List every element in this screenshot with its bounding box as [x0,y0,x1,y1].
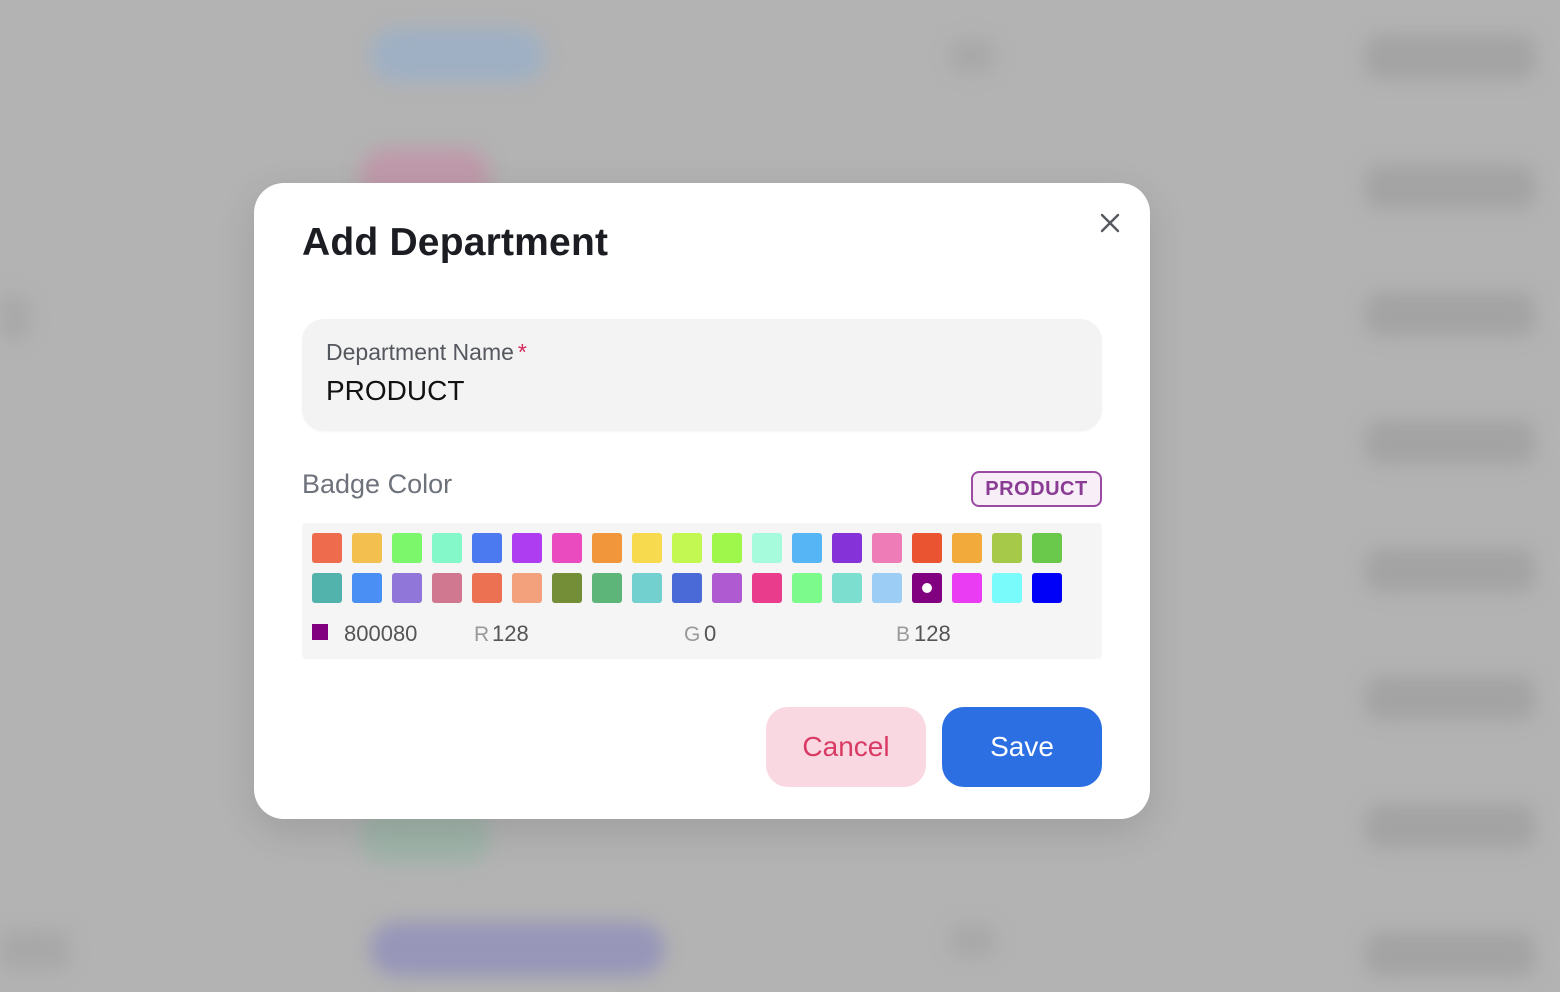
background-cell [950,40,995,72]
background-action [1365,548,1535,592]
color-swatch[interactable] [792,533,822,563]
color-swatch[interactable] [352,533,382,563]
department-name-field[interactable]: Department Name * [302,319,1102,431]
color-swatch[interactable] [992,533,1022,563]
color-swatch-grid [312,533,1062,603]
color-swatch[interactable] [552,533,582,563]
background-badge [370,28,545,82]
color-swatch[interactable] [712,573,742,603]
color-swatch[interactable] [872,533,902,563]
color-swatch[interactable] [472,533,502,563]
add-department-dialog: Add Department Department Name* Badge Co… [254,183,1150,819]
badge-color-label: Badge Color [302,469,453,499]
background-cell [0,295,30,340]
background-action [1365,932,1535,976]
background-badge [370,922,665,976]
color-swatch[interactable] [632,533,662,563]
color-swatch[interactable] [1032,533,1062,563]
close-button[interactable] [1094,207,1126,239]
color-swatch[interactable] [752,573,782,603]
close-icon [1100,213,1120,233]
b-label: B [896,623,911,646]
color-swatch-selected[interactable] [912,573,942,603]
color-swatch[interactable] [552,573,582,603]
background-action [1365,292,1535,336]
color-swatch[interactable] [752,533,782,563]
color-swatch[interactable] [792,573,822,603]
color-swatch[interactable] [992,573,1022,603]
current-color-chip [312,624,328,640]
hex-input[interactable] [344,621,454,647]
color-swatch[interactable] [832,573,862,603]
g-input[interactable] [704,621,784,647]
department-name-label: Department Name * [326,339,527,366]
color-swatch[interactable] [832,533,862,563]
background-action [1365,676,1535,720]
color-picker: R G B [302,523,1102,659]
color-swatch[interactable] [952,573,982,603]
badge-preview: PRODUCT [971,471,1102,507]
color-swatch[interactable] [872,573,902,603]
color-swatch[interactable] [952,533,982,563]
color-swatch[interactable] [312,573,342,603]
color-swatch[interactable] [632,573,662,603]
color-swatch[interactable] [432,573,462,603]
department-name-label-text: Department Name [326,339,514,365]
color-swatch[interactable] [432,533,462,563]
color-swatch[interactable] [472,573,502,603]
dialog-title: Add Department [302,221,609,264]
color-swatch[interactable] [392,533,422,563]
save-button[interactable]: Save [942,707,1102,787]
r-input[interactable] [492,621,572,647]
color-swatch[interactable] [1032,573,1062,603]
b-input[interactable] [914,621,994,647]
background-cell [0,930,70,970]
color-values-row: R G B [312,621,1092,647]
background-cell [950,925,995,957]
required-mark: * [517,339,527,365]
color-swatch[interactable] [312,533,342,563]
color-swatch[interactable] [592,573,622,603]
background-action [1365,804,1535,848]
color-swatch[interactable] [512,533,542,563]
background-action [1365,420,1535,464]
r-label: R [474,623,490,646]
color-swatch[interactable] [352,573,382,603]
color-swatch[interactable] [912,533,942,563]
color-swatch[interactable] [592,533,622,563]
color-swatch[interactable] [392,573,422,603]
g-label: G [684,623,701,646]
cancel-button[interactable]: Cancel [766,707,926,787]
color-swatch[interactable] [512,573,542,603]
background-action [1365,165,1535,209]
background-action [1365,35,1535,79]
color-swatch[interactable] [712,533,742,563]
color-swatch[interactable] [672,533,702,563]
department-name-input[interactable] [326,373,1066,409]
color-swatch[interactable] [672,573,702,603]
